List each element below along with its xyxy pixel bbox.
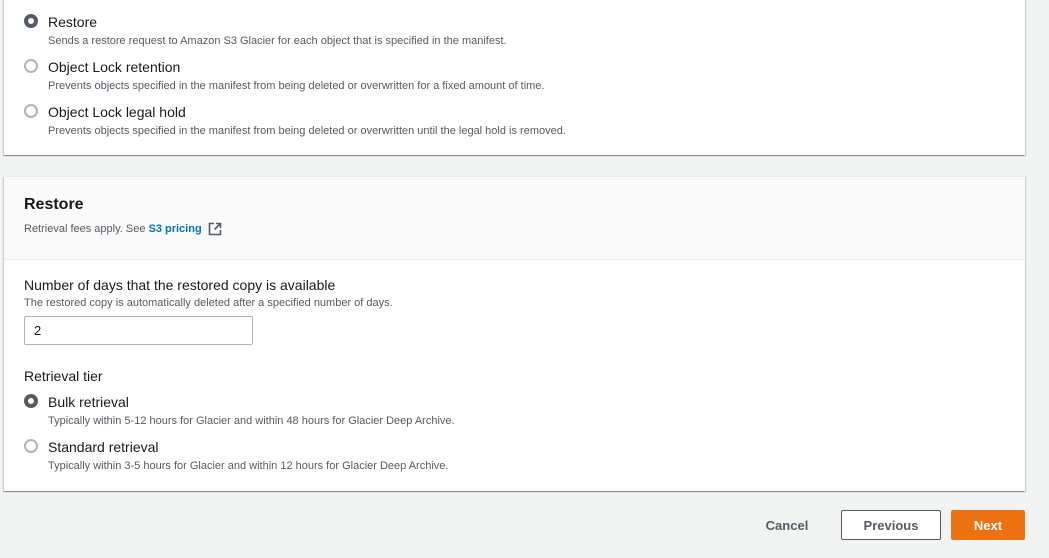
restore-card-header: Restore Retrieval fees apply. See S3 pri… (4, 177, 1025, 260)
tier-standard-label: Standard retrieval (48, 439, 159, 455)
operation-legal-hold-description: Prevents objects specified in the manife… (48, 125, 566, 137)
operation-retention-label: Object Lock retention (48, 59, 181, 75)
operation-restore-label: Restore (48, 14, 98, 30)
cancel-button[interactable]: Cancel (744, 510, 830, 540)
tier-standard-description: Typically within 3-5 hours for Glacier a… (48, 460, 449, 472)
retrieval-tier-label: Retrieval tier (24, 368, 103, 384)
operation-retention-description: Prevents objects specified in the manife… (48, 80, 545, 92)
radio-standard-retrieval[interactable] (24, 439, 38, 453)
days-input[interactable] (24, 316, 253, 345)
radio-object-lock-legal-hold[interactable] (24, 104, 38, 118)
radio-restore[interactable] (24, 14, 38, 28)
days-field-description: The restored copy is automatically delet… (24, 297, 393, 309)
tier-option-standard[interactable]: Standard retrieval Typically within 3-5 … (24, 438, 448, 474)
operation-option-object-lock-retention[interactable]: Object Lock retention Prevents objects s… (24, 58, 544, 94)
operation-legal-hold-label: Object Lock legal hold (48, 104, 186, 120)
restore-card-title: Restore (24, 196, 84, 213)
tier-bulk-description: Typically within 5-12 hours for Glacier … (48, 415, 455, 427)
tier-option-bulk[interactable]: Bulk retrieval Typically within 5-12 hou… (24, 393, 455, 429)
operation-card: Restore Sends a restore request to Amazo… (4, 0, 1025, 155)
days-field-label: Number of days that the restored copy is… (24, 277, 336, 293)
operation-option-object-lock-legal-hold[interactable]: Object Lock legal hold Prevents objects … (24, 103, 566, 139)
operation-option-restore[interactable]: Restore Sends a restore request to Amazo… (24, 13, 507, 49)
tier-bulk-label: Bulk retrieval (48, 394, 129, 410)
s3-pricing-link[interactable]: S3 pricing (148, 223, 201, 235)
retrieval-fees-text: Retrieval fees apply. See (24, 223, 146, 235)
retrieval-fees-note: Retrieval fees apply. See S3 pricing (24, 222, 222, 236)
next-button[interactable]: Next (951, 510, 1025, 540)
external-link-icon[interactable] (208, 222, 222, 236)
radio-bulk-retrieval[interactable] (24, 394, 38, 408)
restore-card: Restore Retrieval fees apply. See S3 pri… (4, 176, 1025, 491)
radio-object-lock-retention[interactable] (24, 59, 38, 73)
operation-restore-description: Sends a restore request to Amazon S3 Gla… (48, 35, 507, 47)
previous-button[interactable]: Previous (841, 510, 941, 540)
